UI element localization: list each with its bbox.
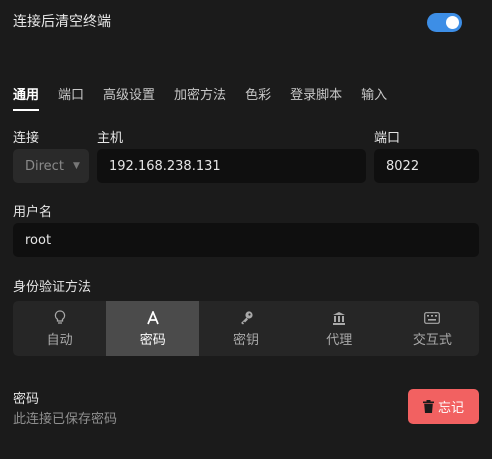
auth-method-password-label: 密码 bbox=[139, 332, 166, 348]
agent-icon bbox=[332, 310, 346, 326]
connection-select[interactable]: Direct ▼ bbox=[13, 149, 89, 183]
lightbulb-icon bbox=[54, 310, 66, 326]
auth-method-agent[interactable]: 代理 bbox=[293, 301, 386, 356]
connection-label: 连接 bbox=[13, 131, 40, 146]
connection-select-value: Direct bbox=[25, 158, 64, 174]
clear-terminal-toggle[interactable] bbox=[427, 13, 462, 32]
auth-method-agent-label: 代理 bbox=[326, 332, 353, 348]
font-a-icon bbox=[147, 310, 159, 326]
tab-ciphers[interactable]: 加密方法 bbox=[174, 84, 226, 111]
host-input[interactable]: 192.168.238.131 bbox=[97, 149, 366, 183]
auth-method-password[interactable]: 密码 bbox=[106, 301, 200, 356]
auth-method-auto-label: 自动 bbox=[46, 332, 73, 348]
auth-method-selector: 自动 密码 密钥 代理 交互式 bbox=[13, 301, 479, 356]
port-input[interactable]: 8022 bbox=[374, 149, 479, 183]
forget-password-label: 忘记 bbox=[437, 401, 464, 416]
trash-icon bbox=[422, 400, 434, 413]
forget-password-button[interactable]: 忘记 bbox=[408, 389, 479, 424]
auth-method-label: 身份验证方法 bbox=[13, 280, 92, 295]
password-label: 密码 bbox=[13, 392, 40, 407]
chevron-down-icon: ▼ bbox=[72, 161, 80, 171]
tab-bar: 通用 端口 高级设置 加密方法 色彩 登录脚本 输入 bbox=[13, 84, 406, 111]
port-label: 端口 bbox=[374, 131, 401, 146]
tab-login-script[interactable]: 登录脚本 bbox=[290, 84, 342, 111]
tab-ports[interactable]: 端口 bbox=[58, 84, 84, 111]
clear-terminal-label: 连接后清空终端 bbox=[13, 14, 111, 30]
auth-method-interactive[interactable]: 交互式 bbox=[386, 301, 479, 356]
toggle-knob bbox=[446, 16, 459, 29]
auth-method-auto[interactable]: 自动 bbox=[13, 301, 106, 356]
auth-method-interactive-label: 交互式 bbox=[412, 332, 452, 348]
tab-advanced[interactable]: 高级设置 bbox=[103, 84, 155, 111]
username-label: 用户名 bbox=[13, 205, 53, 220]
tab-colors[interactable]: 色彩 bbox=[245, 84, 271, 111]
username-input[interactable]: root bbox=[13, 223, 479, 257]
password-status: 此连接已保存密码 bbox=[13, 412, 118, 427]
auth-method-key[interactable]: 密钥 bbox=[199, 301, 292, 356]
key-icon bbox=[239, 310, 254, 326]
auth-method-key-label: 密钥 bbox=[233, 332, 260, 348]
tab-general[interactable]: 通用 bbox=[13, 84, 40, 111]
tab-input[interactable]: 输入 bbox=[361, 84, 387, 111]
keyboard-icon bbox=[424, 310, 441, 326]
host-label: 主机 bbox=[97, 131, 124, 146]
